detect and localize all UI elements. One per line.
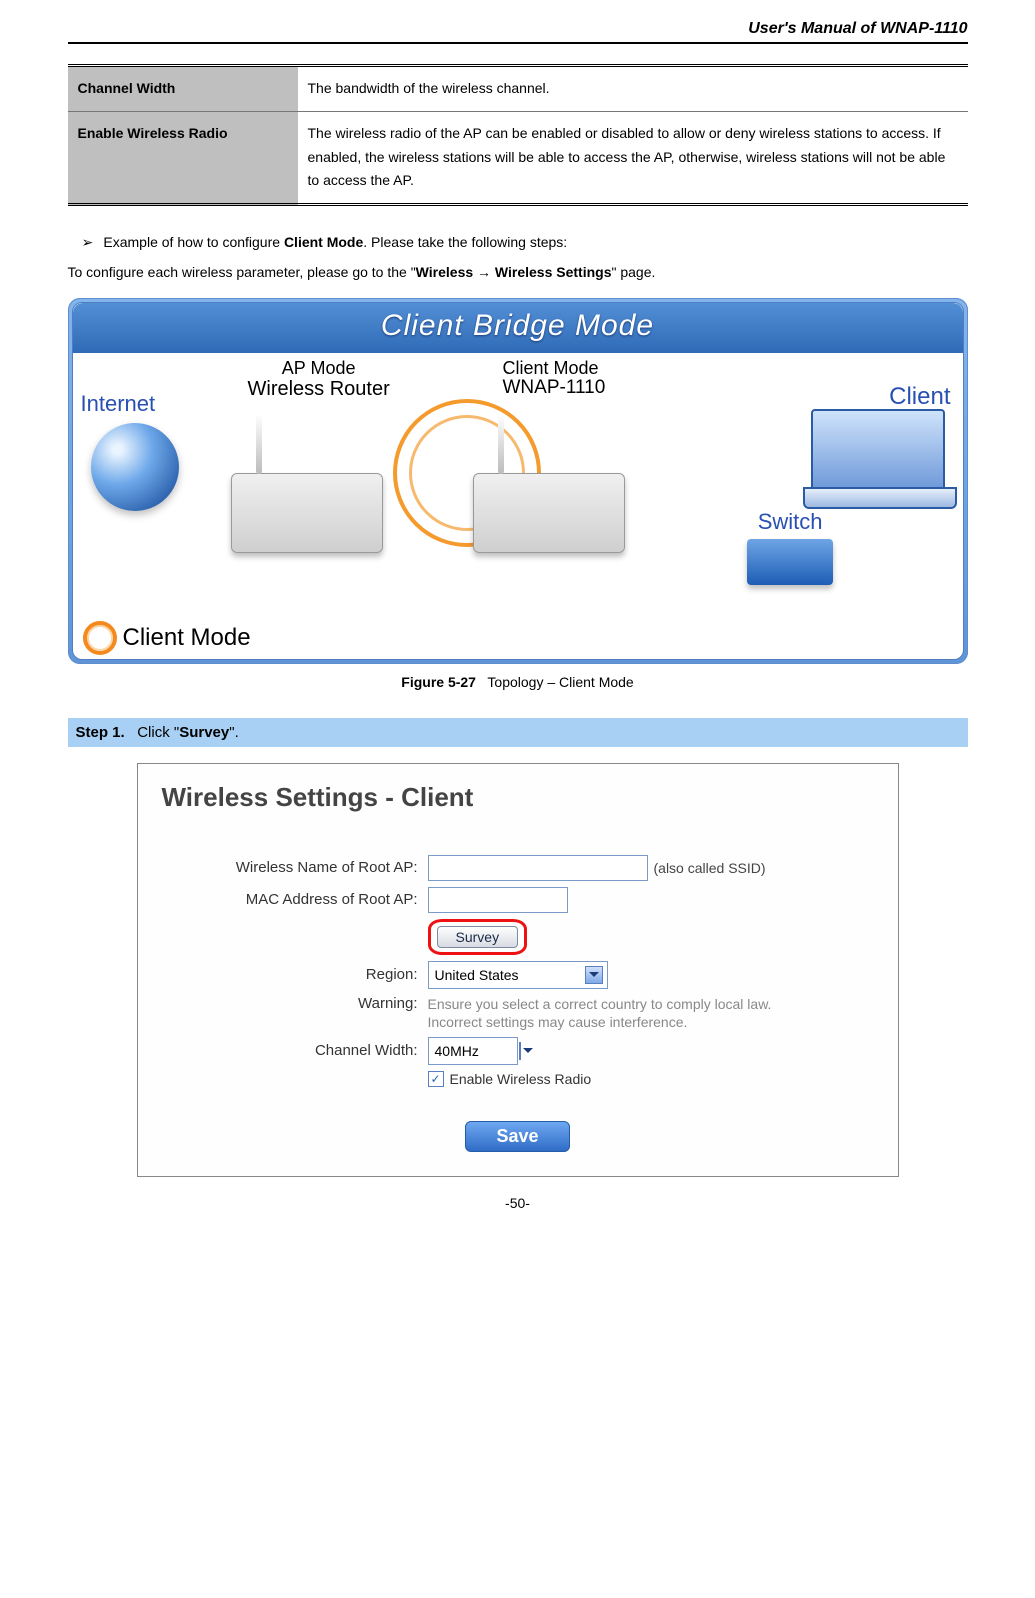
caption-text: Topology – Client Mode: [487, 674, 633, 690]
page-header: User's Manual of WNAP-1110: [68, 20, 968, 44]
switch-icon: [747, 539, 833, 585]
enable-wireless-checkbox[interactable]: ✓: [428, 1071, 444, 1087]
topology-diagram-frame: Client Bridge Mode AP Mode Wireless Rout…: [68, 298, 968, 664]
config-bold: Wireless → Wireless Settings: [416, 264, 612, 280]
label-client-mode-text: Client Mode: [503, 358, 599, 378]
wireless-settings-panel: Wireless Settings - Client Wireless Name…: [137, 763, 899, 1177]
ssid-label: Wireless Name of Root AP:: [158, 859, 428, 876]
chevron-down-icon: [585, 966, 603, 984]
figure-caption: Figure 5-27 Topology – Client Mode: [68, 674, 968, 690]
warning-label: Warning:: [158, 995, 428, 1012]
config-path-line: To configure each wireless parameter, pl…: [68, 261, 968, 283]
settings-title: Wireless Settings - Client: [162, 782, 878, 813]
router-ap-icon: [231, 473, 383, 553]
bullet-icon: ➢: [82, 234, 100, 251]
config-suffix: " page.: [612, 264, 656, 280]
label-client: Client: [889, 383, 950, 411]
step-bar: Step 1. Click "Survey".: [68, 718, 968, 747]
laptop-icon: [811, 409, 945, 493]
diagram-footer-text: Client Mode: [123, 624, 251, 652]
label-client-mode: Client Mode WNAP-1110: [503, 359, 606, 400]
step-text-prefix: Click ": [137, 724, 179, 741]
enable-wireless-label: Enable Wireless Radio: [450, 1071, 592, 1087]
ring-icon: [83, 621, 117, 655]
example-text-suffix: . Please take the following steps:: [363, 234, 567, 250]
channel-width-value: 40MHz: [435, 1043, 479, 1059]
label-client-sub: WNAP-1110: [503, 377, 606, 398]
step-label: Step 1.: [76, 724, 125, 741]
param-desc: The bandwidth of the wireless channel.: [298, 66, 968, 112]
region-value: United States: [435, 967, 519, 983]
chevron-down-icon: [519, 1042, 521, 1060]
router-client-icon: [473, 473, 625, 553]
channel-width-select[interactable]: 40MHz: [428, 1037, 518, 1065]
mac-label: MAC Address of Root AP:: [158, 891, 428, 908]
survey-highlight-ring: Survey: [428, 919, 528, 955]
diagram-body: AP Mode Wireless Router Client Mode WNAP…: [73, 353, 963, 659]
region-select[interactable]: United States: [428, 961, 608, 989]
label-switch: Switch: [758, 509, 823, 535]
warning-text: Ensure you select a correct country to c…: [428, 995, 788, 1031]
caption-bold: Figure 5-27: [401, 674, 476, 690]
step-text-bold: Survey: [179, 724, 229, 741]
param-desc: The wireless radio of the AP can be enab…: [298, 111, 968, 204]
label-internet: Internet: [81, 391, 156, 417]
config-prefix: To configure each wireless parameter, pl…: [68, 264, 416, 280]
save-button[interactable]: Save: [465, 1121, 569, 1152]
example-bullet: ➢ Example of how to configure Client Mod…: [82, 234, 968, 251]
diagram-title: Client Bridge Mode: [73, 303, 963, 353]
page-number: -50-: [68, 1195, 968, 1211]
mac-input[interactable]: [428, 887, 568, 913]
parameter-table: Channel Width The bandwidth of the wirel…: [68, 64, 968, 206]
ssid-input[interactable]: [428, 855, 648, 881]
example-text-prefix: Example of how to configure: [103, 234, 284, 250]
example-text-bold: Client Mode: [284, 234, 363, 250]
label-ap-sub: Wireless Router: [248, 378, 390, 400]
label-ap-mode-text: AP Mode: [282, 358, 356, 378]
ssid-note: (also called SSID): [654, 860, 766, 876]
param-name: Enable Wireless Radio: [68, 111, 298, 204]
channel-width-label: Channel Width:: [158, 1042, 428, 1059]
label-ap-mode: AP Mode Wireless Router: [248, 359, 390, 401]
survey-button[interactable]: Survey: [437, 926, 519, 948]
region-label: Region:: [158, 966, 428, 983]
diagram-footer: Client Mode: [83, 621, 251, 655]
param-name: Channel Width: [68, 66, 298, 112]
globe-icon: [91, 423, 179, 511]
step-text-suffix: ".: [229, 724, 239, 741]
